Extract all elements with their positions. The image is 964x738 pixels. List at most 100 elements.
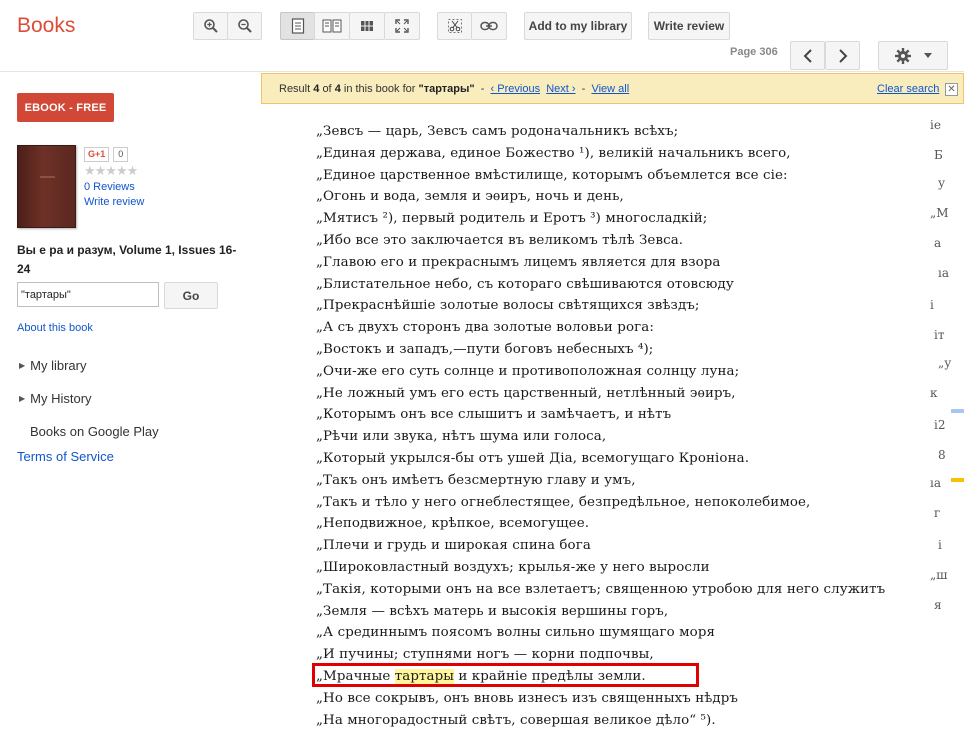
about-this-book-link[interactable]: About this book: [17, 322, 93, 334]
margin-text-fragment: іт: [934, 328, 945, 342]
link-button[interactable]: [471, 12, 507, 40]
prev-page-button[interactable]: [790, 41, 825, 70]
book-title: Вы е ра и разум, Volume 1, Issues 16-24: [17, 243, 237, 276]
text-line: „Огонь и вода, земля и эѳиръ, ночь и ден…: [316, 189, 624, 205]
text-line: „Неподвижное, крѣпкое, всемогущее.: [316, 516, 590, 532]
single-page-view-button[interactable]: [280, 12, 315, 40]
next-page-icon: [838, 48, 847, 63]
books-on-google-play-link[interactable]: Books on Google Play: [30, 424, 159, 439]
rating-stars-icon: ★★★★★: [84, 163, 138, 178]
margin-text-fragment: іе: [930, 118, 941, 132]
top-bar: Books Add to my library Write review Pag…: [0, 0, 964, 72]
two-page-view-icon: [322, 19, 342, 33]
margin-text-fragment: ıа: [930, 476, 941, 490]
text-line: „На многорадостный свѣтъ, совершая велик…: [316, 712, 716, 728]
book-cover[interactable]: [17, 145, 76, 228]
clip-icon: [447, 19, 462, 33]
thumbnail-view-icon: [361, 21, 373, 31]
settings-gear-icon: [895, 47, 911, 64]
sidebar-item-my-library[interactable]: ▶ My library: [19, 358, 87, 373]
view-all-link[interactable]: View all: [591, 83, 629, 95]
text-line: „Но все сокрывъ, онъ вновь изнесъ изъ св…: [316, 690, 739, 706]
previous-result-link[interactable]: ‹ Previous: [491, 83, 541, 95]
margin-text-fragment: я: [934, 598, 942, 612]
close-icon[interactable]: ✕: [945, 83, 958, 96]
zoom-in-icon: [203, 19, 218, 33]
text-line: „Главою его и прекраснымъ лицемъ являетс…: [316, 254, 721, 270]
next-page-button[interactable]: [825, 41, 860, 70]
text-line: „Востокъ и западъ,—пути боговъ небесныхъ…: [316, 342, 654, 357]
text-line: „Такъ и тѣло у него огнеблестящее, безпр…: [316, 494, 811, 510]
margin-text-fragment: 8: [938, 448, 946, 462]
result-mid-text: in this book for: [343, 83, 416, 95]
gplus-button[interactable]: G+1: [84, 147, 110, 162]
result-query: "тартары": [418, 83, 475, 95]
text-line: „Мятисъ ²), первый родитель и Еротъ ³) м…: [316, 211, 708, 227]
text-line: „Плечи и грудь и широкая спина бога: [316, 538, 591, 554]
text-line: „Зевсъ — царь, Зевсъ самъ родоначальникъ…: [316, 124, 679, 139]
margin-text-fragment: к: [930, 386, 938, 400]
zoom-out-button[interactable]: [227, 12, 262, 40]
chevron-down-icon: [924, 53, 932, 58]
result-prefix: Result: [279, 83, 311, 95]
text-line: „Который укрылся-бы отъ ушей Діа, всемог…: [316, 451, 750, 466]
add-to-library-button[interactable]: Add to my library: [524, 12, 632, 40]
result-of: of: [322, 83, 332, 95]
margin-text-fragment: і: [938, 538, 942, 552]
books-logo[interactable]: Books: [17, 14, 75, 38]
text-line: „Ибо все это заключается въ великомъ тѣл…: [316, 233, 684, 248]
text-line: „Не ложный умъ его есть царственный, нет…: [316, 385, 736, 401]
next-result-link[interactable]: Next ›: [546, 83, 575, 95]
text-line: „А срединнымъ поясомъ волны сильно шумящ…: [316, 625, 716, 641]
result-total: 4: [334, 83, 341, 95]
result-summary: Result 4 of 4 in this book for "тартары"…: [279, 83, 629, 95]
margin-text-fragment: Б: [934, 148, 943, 162]
thumbnail-view-button[interactable]: [349, 12, 385, 40]
next-page-edge: іе Бу „М а ıа і іт „у к і2 8 ıа г і „ш я: [922, 108, 964, 738]
go-button[interactable]: Go: [164, 282, 218, 309]
text-line: „И пучины; ступнями ногъ — корни подпочв…: [316, 647, 654, 663]
terms-of-service-link[interactable]: Terms of Service: [17, 449, 114, 464]
text-line: „А съ двухъ сторонъ два золотые воловьи …: [316, 320, 654, 336]
margin-text-fragment: а: [934, 236, 942, 250]
reviews-link[interactable]: 0 Reviews: [84, 181, 135, 193]
two-page-view-button[interactable]: [314, 12, 350, 40]
text-line: „Земля — всѣхъ матерь и высокія вершины …: [316, 603, 669, 619]
triangle-right-icon: ▶: [19, 361, 26, 370]
ebook-free-button[interactable]: EBOOK - FREE: [17, 93, 114, 122]
write-review-link[interactable]: Write review: [84, 196, 144, 208]
margin-text-fragment: і: [930, 298, 934, 312]
clip-button[interactable]: [437, 12, 472, 40]
text-line: „Широковластный воздухъ; крылья-же у нег…: [316, 560, 710, 575]
margin-text-fragment: і2: [934, 418, 946, 432]
margin-text-fragment: „у: [938, 356, 952, 370]
fullscreen-icon: [395, 19, 409, 33]
result-index: 4: [313, 83, 320, 95]
sidebar-item-my-history[interactable]: ▶ My History: [19, 391, 92, 406]
separator: -: [480, 83, 485, 95]
clear-search-link[interactable]: Clear search: [877, 83, 939, 95]
margin-text-fragment: г: [934, 506, 941, 520]
sidebar-item-label: My library: [30, 358, 87, 373]
zoom-out-icon: [237, 19, 252, 33]
margin-text-fragment: „ш: [930, 568, 948, 582]
search-result-bar: Result 4 of 4 in this book for "тартары"…: [261, 73, 964, 104]
separator: -: [581, 83, 586, 95]
text-line: „Рѣчи или звука, нѣтъ шума или голоса,: [316, 429, 607, 445]
text-line: „Прекраснѣйшіе золотые волосы свѣтящихся…: [316, 298, 700, 314]
text-line: „Такія, которыми онъ на все взлетаетъ; с…: [316, 581, 886, 597]
margin-text-fragment: у: [938, 176, 946, 190]
text-line: „Единая держава, единое Божество ¹), вел…: [316, 145, 791, 161]
sidebar-item-label: My History: [30, 391, 92, 406]
zoom-in-button[interactable]: [193, 12, 228, 40]
scroll-marker-blue: [951, 409, 964, 413]
fullscreen-button[interactable]: [384, 12, 420, 40]
search-match-highlight: тартары: [394, 669, 455, 684]
search-in-book-input[interactable]: [17, 282, 159, 307]
settings-button[interactable]: [878, 41, 948, 70]
triangle-right-icon: ▶: [19, 394, 26, 403]
page-view-icon: [291, 18, 304, 34]
text-line: „Единое царственное вмѣстилище, которымъ…: [316, 167, 788, 183]
write-review-button[interactable]: Write review: [648, 12, 730, 40]
link-icon: [480, 21, 498, 31]
